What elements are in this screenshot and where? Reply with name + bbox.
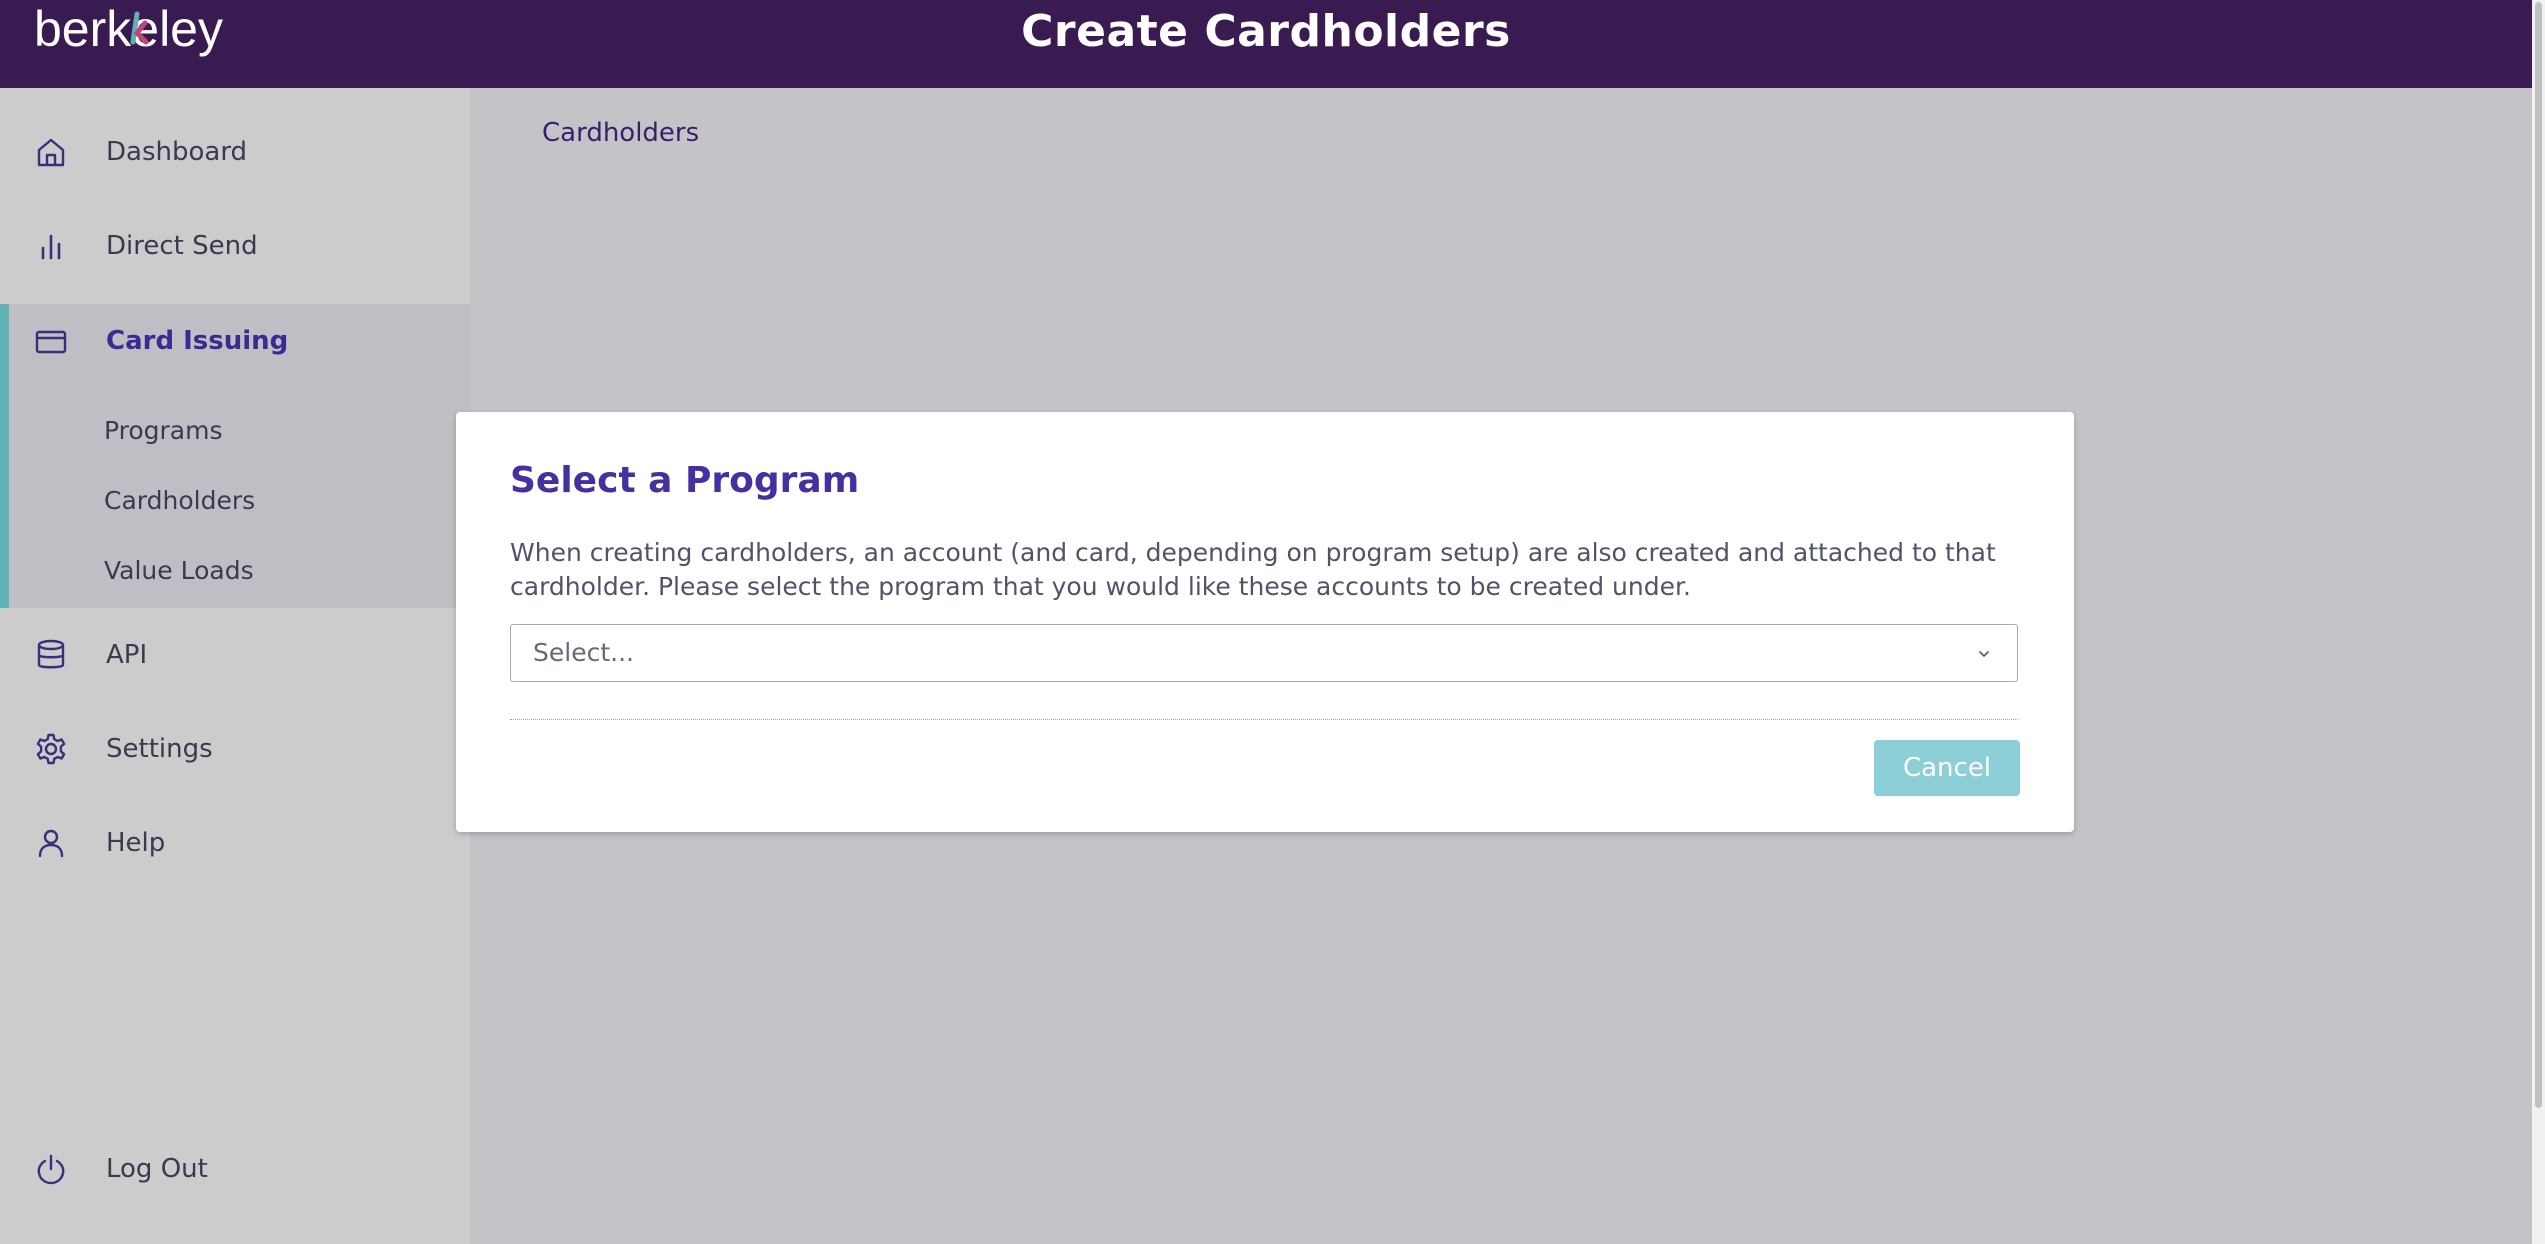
program-select[interactable]: Select... — [510, 624, 2018, 682]
card-issuing-group: Card Issuing Programs Cardholders Value … — [0, 304, 470, 608]
chevron-down-icon — [1977, 646, 1991, 660]
bar-chart-icon — [34, 229, 68, 263]
gear-icon — [34, 732, 68, 766]
sidebar-item-card-issuing[interactable]: Card Issuing — [0, 294, 470, 388]
sidebar: Dashboard Direct Send Card Issuing Progr… — [0, 88, 470, 1244]
select-placeholder: Select... — [533, 638, 634, 667]
credit-card-icon — [34, 324, 68, 358]
database-icon — [34, 638, 68, 672]
user-icon — [34, 826, 68, 860]
sidebar-item-help[interactable]: Help — [0, 796, 470, 890]
sidebar-item-api[interactable]: API — [0, 608, 470, 702]
sidebar-item-label: Settings — [106, 734, 213, 764]
top-bar: berkeley Create Cardholders — [0, 0, 2532, 88]
logout-button[interactable]: Log Out — [0, 1122, 470, 1216]
sidebar-item-label: Help — [106, 828, 166, 858]
sidebar-item-label: Direct Send — [106, 231, 258, 261]
modal-title: Select a Program — [510, 460, 860, 501]
home-icon — [34, 135, 68, 169]
cancel-button[interactable]: Cancel — [1874, 740, 2020, 796]
breadcrumb-cardholders[interactable]: Cardholders — [542, 118, 699, 148]
power-icon — [34, 1152, 68, 1186]
sidebar-item-direct-send[interactable]: Direct Send — [0, 199, 470, 293]
scrollbar-thumb[interactable] — [2535, 2, 2542, 1108]
sidebar-item-label: Dashboard — [106, 137, 248, 167]
sidebar-item-settings[interactable]: Settings — [0, 702, 470, 796]
sidebar-subitem-programs[interactable]: Programs — [104, 416, 223, 445]
sidebar-subitem-cardholders[interactable]: Cardholders — [104, 486, 255, 515]
sidebar-item-dashboard[interactable]: Dashboard — [0, 105, 470, 199]
select-program-modal: Select a Program When creating cardholde… — [456, 412, 2074, 832]
modal-description: When creating cardholders, an account (a… — [510, 538, 1996, 601]
sidebar-item-label: API — [106, 640, 148, 670]
logout-label: Log Out — [106, 1154, 208, 1184]
sidebar-subitem-value-loads[interactable]: Value Loads — [104, 556, 254, 585]
vertical-scrollbar[interactable] — [2532, 0, 2545, 1244]
modal-divider — [510, 719, 2018, 720]
page-title: Create Cardholders — [1021, 6, 1511, 57]
sidebar-item-label: Card Issuing — [106, 326, 289, 356]
